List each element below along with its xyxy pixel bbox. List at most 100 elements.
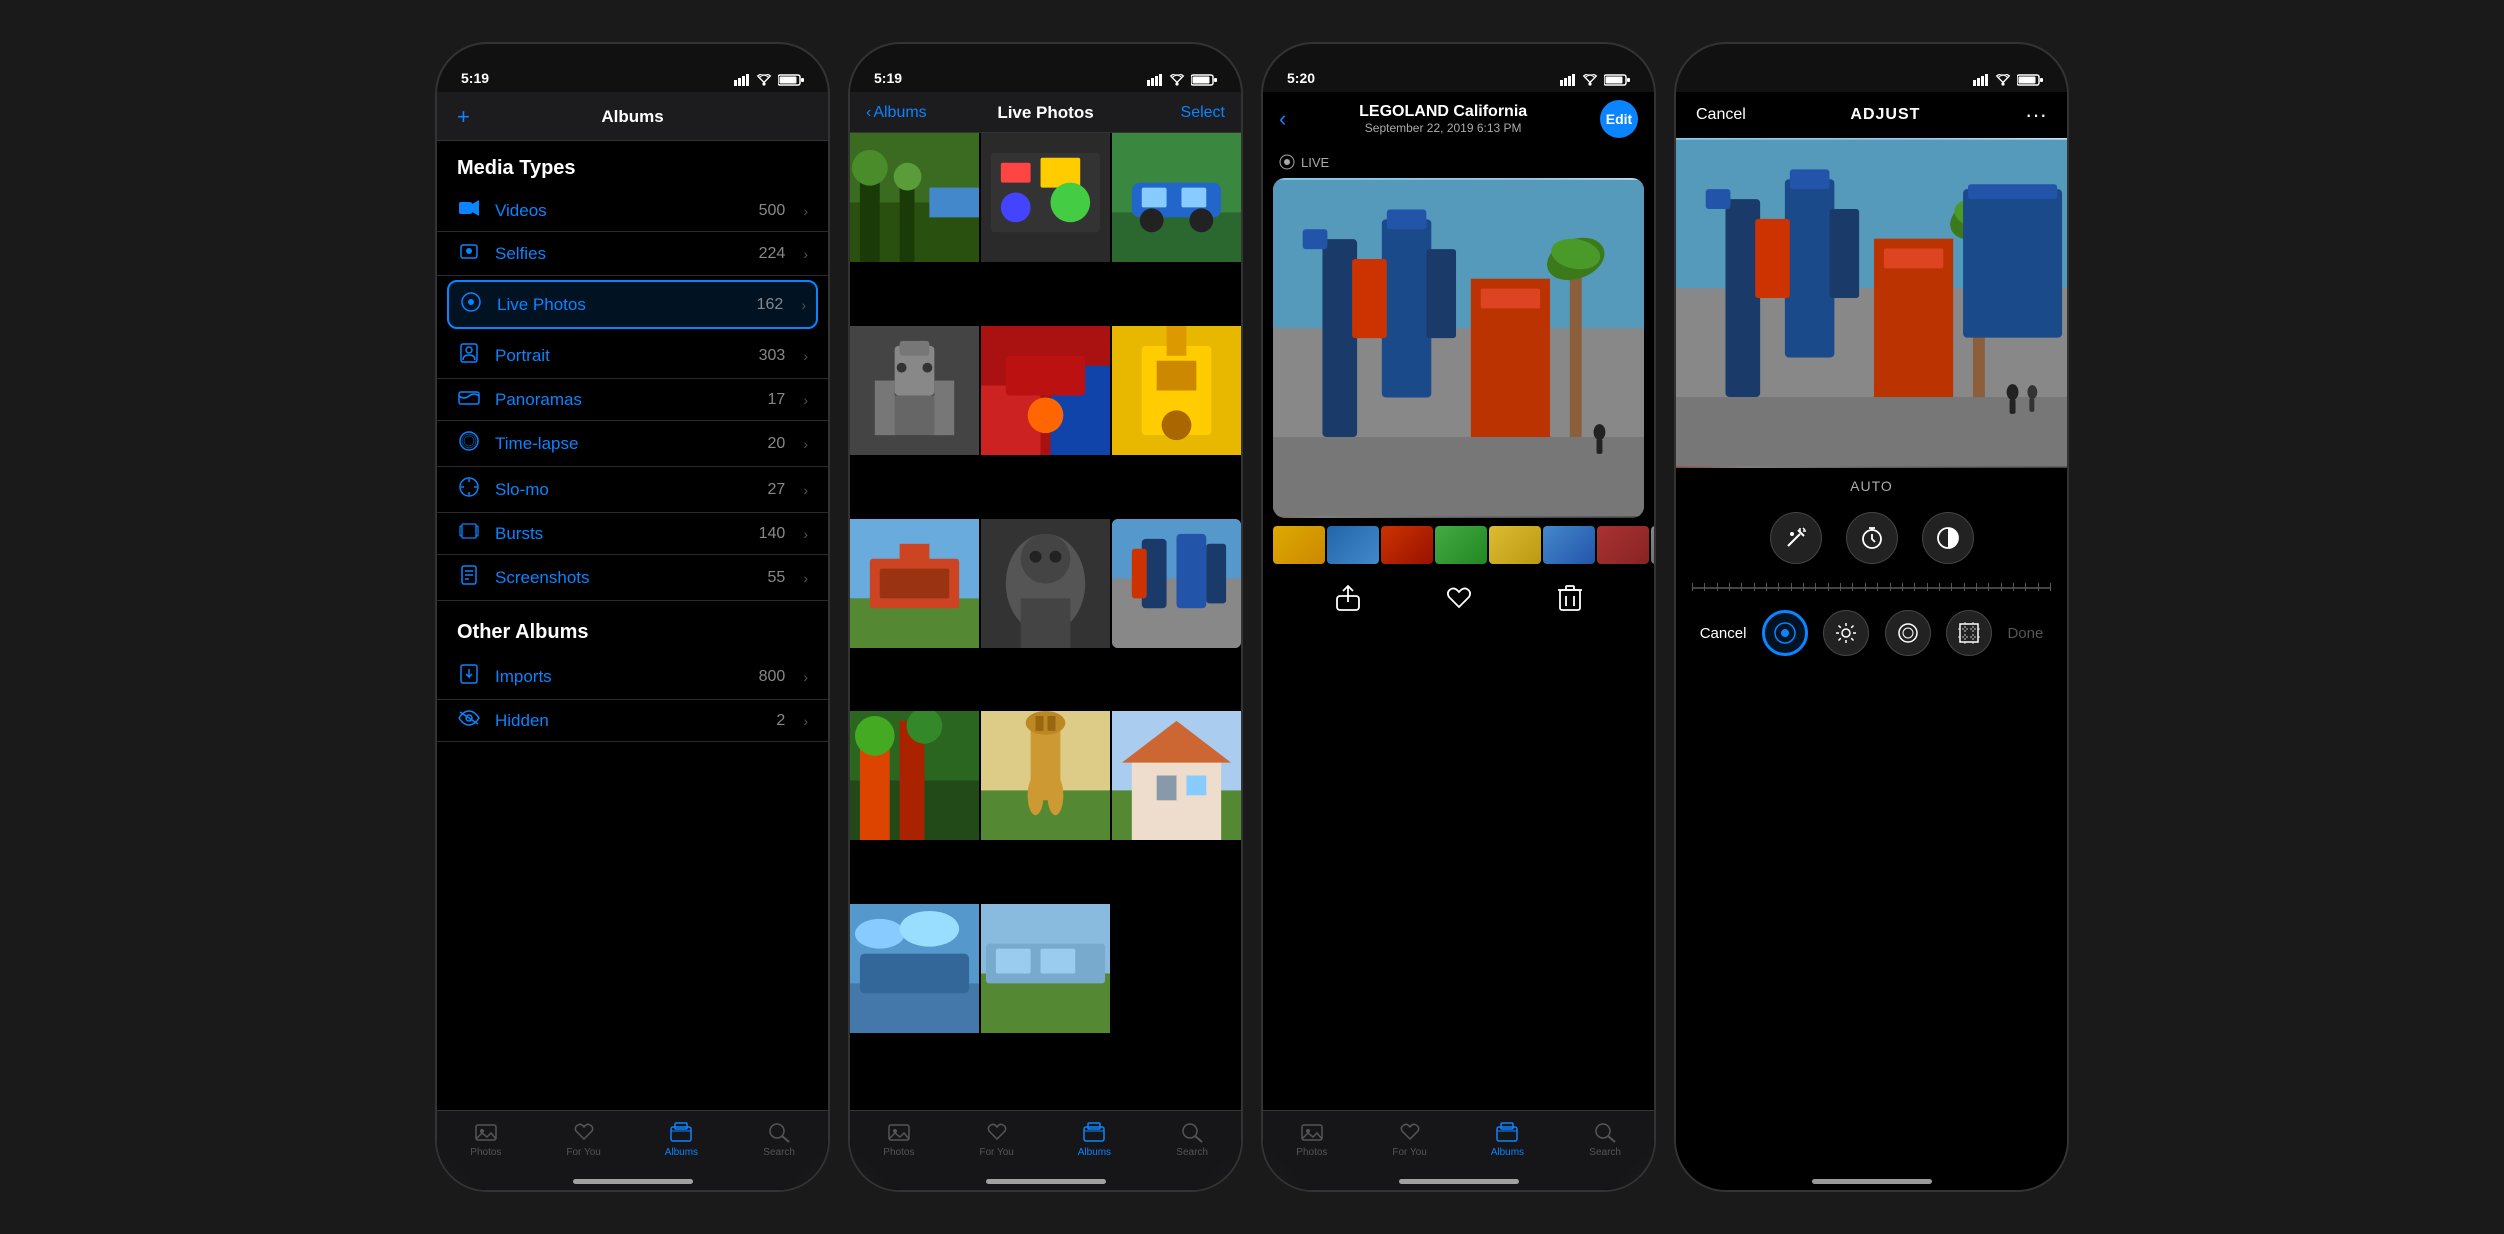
delete-button[interactable] (1558, 584, 1582, 618)
more-options-button[interactable]: ··· (2025, 102, 2047, 128)
album-item-portrait[interactable]: Portrait 303 › (437, 333, 828, 379)
back-to-albums-button[interactable]: ‹ Albums (866, 104, 927, 122)
hidden-icon-svg (458, 710, 480, 726)
album-item-bursts[interactable]: Bursts 140 › (437, 513, 828, 555)
filmstrip-thumb-1[interactable] (1273, 526, 1325, 564)
photo-cell-9[interactable] (1112, 519, 1241, 648)
filmstrip-thumb-6[interactable] (1543, 526, 1595, 564)
tab-search-2[interactable]: Search (1143, 1121, 1241, 1158)
slomo-icon-svg (459, 477, 479, 497)
filmstrip-thumb-3[interactable] (1381, 526, 1433, 564)
album-item-live-photos[interactable]: Live Photos 162 › (447, 280, 818, 329)
other-albums-title: Other Albums (437, 621, 828, 654)
photo-cell-5[interactable] (981, 326, 1110, 455)
timer-button[interactable] (1846, 512, 1898, 564)
filmstrip-thumb-8[interactable] (1651, 526, 1654, 564)
album-item-timelapse[interactable]: Time-lapse 20 › (437, 421, 828, 467)
bursts-icon (457, 523, 481, 544)
main-photo[interactable] (1273, 178, 1644, 518)
photo-cell-2[interactable] (981, 133, 1110, 262)
share-button[interactable] (1335, 584, 1361, 618)
album-item-videos[interactable]: Videos 500 › (437, 190, 828, 232)
tick (2025, 583, 2026, 591)
slider-ticks (1692, 587, 2051, 591)
timelapse-chevron: › (803, 436, 808, 452)
slomo-icon (457, 477, 481, 502)
photo-cell-11[interactable] (981, 711, 1110, 840)
photo-cell-10[interactable] (850, 711, 979, 840)
tab-albums-2[interactable]: Albums (1046, 1121, 1144, 1158)
filmstrip-thumb-5[interactable] (1489, 526, 1541, 564)
selfies-icon (457, 242, 481, 265)
albums-nav: + Albums (437, 92, 828, 141)
photo-cell-14[interactable] (981, 904, 1110, 1033)
signal-icon-4 (1973, 74, 1989, 86)
photo-cell-3[interactable] (1112, 133, 1241, 262)
tab-photos-1[interactable]: Photos (437, 1121, 535, 1158)
photo-cell-4[interactable] (850, 326, 979, 455)
tick (2038, 583, 2039, 591)
tab-albums-1[interactable]: Albums (633, 1121, 731, 1158)
tab-search-3[interactable]: Search (1556, 1121, 1654, 1158)
photo-cell-12[interactable] (1112, 711, 1241, 840)
adjustment-slider[interactable] (1676, 572, 2067, 602)
wifi-icon-2 (1169, 74, 1185, 86)
tab-search-1[interactable]: Search (730, 1121, 828, 1158)
tick (1951, 583, 1952, 591)
crop-tool[interactable] (1946, 610, 1992, 656)
bursts-icon-svg (459, 523, 479, 539)
edit-button[interactable]: Edit (1600, 100, 1638, 138)
album-item-panoramas[interactable]: Panoramas 17 › (437, 379, 828, 421)
portrait-chevron: › (803, 348, 808, 364)
back-button-3[interactable]: ‹ (1279, 106, 1286, 132)
photo-cell-6[interactable] (1112, 326, 1241, 455)
album-item-imports[interactable]: Imports 800 › (437, 654, 828, 700)
album-item-selfies[interactable]: Selfies 224 › (437, 232, 828, 276)
status-icons-2 (1147, 74, 1217, 86)
live-photos-count: 162 (757, 296, 784, 314)
photo-cell-13[interactable] (850, 904, 979, 1033)
videos-label: Videos (495, 201, 745, 221)
albums-tab-icon-2 (1082, 1121, 1106, 1143)
separator (437, 601, 828, 621)
panorama-icon-svg (458, 391, 480, 405)
live-photos-chevron: › (801, 297, 806, 313)
tab-foryou-2[interactable]: For You (948, 1121, 1046, 1158)
photo-cell-8[interactable] (981, 519, 1110, 648)
album-item-hidden[interactable]: Hidden 2 › (437, 700, 828, 742)
tab-albums-3[interactable]: Albums (1459, 1121, 1557, 1158)
videos-icon (457, 200, 481, 221)
add-album-button[interactable]: + (457, 104, 470, 130)
filmstrip-thumb-4[interactable] (1435, 526, 1487, 564)
tab-photos-3[interactable]: Photos (1263, 1121, 1361, 1158)
selfies-chevron: › (803, 246, 808, 262)
photo-cell-7[interactable] (850, 519, 979, 648)
photo-7-svg (850, 519, 979, 648)
filter-tool[interactable] (1885, 610, 1931, 656)
wifi-icon-4 (1995, 74, 2011, 86)
tick (1927, 583, 1928, 591)
photo-11-svg (981, 711, 1110, 840)
album-item-screenshots[interactable]: Screenshots 55 › (437, 555, 828, 601)
cancel-bottom-button[interactable]: Cancel (1700, 625, 1747, 642)
select-button[interactable]: Select (1181, 104, 1225, 122)
tab-photos-2[interactable]: Photos (850, 1121, 948, 1158)
filmstrip-thumb-7[interactable] (1597, 526, 1649, 564)
live-photo-tool[interactable] (1762, 610, 1808, 656)
selfies-label: Selfies (495, 244, 745, 264)
magic-wand-button[interactable] (1770, 512, 1822, 564)
tab-foryou-3[interactable]: For You (1361, 1121, 1459, 1158)
filmstrip-thumb-2[interactable] (1327, 526, 1379, 564)
contrast-button[interactable] (1922, 512, 1974, 564)
panoramas-chevron: › (803, 392, 808, 408)
tick (1692, 583, 1693, 591)
tab-foryou-1[interactable]: For You (535, 1121, 633, 1158)
done-button[interactable]: Done (2007, 625, 2043, 642)
favorite-button[interactable] (1445, 585, 1473, 617)
album-item-slomo[interactable]: Slo-mo 27 › (437, 467, 828, 513)
brightness-tool[interactable] (1823, 610, 1869, 656)
photo-cell-1[interactable] (850, 133, 979, 262)
imports-icon-svg (460, 664, 478, 684)
notch-3 (1379, 44, 1539, 72)
cancel-edit-button[interactable]: Cancel (1696, 106, 1746, 124)
